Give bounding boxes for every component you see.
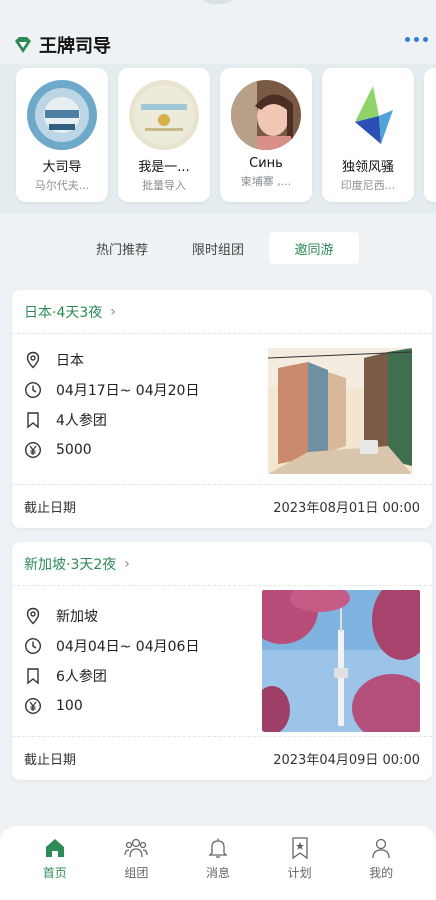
location-row: 日本	[24, 348, 84, 372]
yen-icon	[24, 697, 42, 715]
more-options-icon[interactable]	[405, 37, 428, 42]
trip-title: 新加坡·3天2夜	[24, 556, 117, 573]
location-pin-icon	[26, 607, 40, 625]
deadline-value: 2023年08月01日 00:00	[273, 501, 420, 516]
trip-location: 日本	[56, 353, 84, 369]
category-tabs: 热门推荐 限时组团 邀同游	[0, 214, 436, 282]
bookmark-icon	[291, 837, 308, 860]
trip-group-size: 4人参团	[56, 413, 107, 429]
nav-group[interactable]: 组团	[106, 836, 166, 900]
deadline-label: 截止日期	[24, 753, 77, 768]
tab-limited-group[interactable]: 限时组团	[173, 232, 263, 264]
trip-details: 新加坡 04月04日~ 04月06日 6人参团 100	[12, 586, 432, 736]
trip-dates: 04月17日~ 04月20日	[56, 383, 200, 399]
trip-card[interactable]: 日本·4天3夜 › 日本 04月17日~ 04月20日 4人参团 5000 截止…	[12, 290, 432, 528]
deadline-row: 截止日期 2023年04月09日 00:00	[12, 736, 432, 780]
price-row: 5000	[24, 438, 92, 462]
diamond-logo-icon	[15, 37, 31, 53]
guide-location: 批量导入	[142, 179, 186, 192]
avatar	[231, 80, 301, 150]
trip-price: 100	[56, 698, 83, 714]
guide-location: 马尔代夫...	[34, 179, 90, 192]
nav-home[interactable]: 首页	[25, 836, 85, 900]
clock-icon	[24, 637, 42, 655]
clock-icon	[24, 381, 42, 399]
group-row: 6人参团	[24, 664, 107, 688]
app-header: 王牌司导	[0, 28, 436, 62]
location-row: 新加坡	[24, 604, 98, 628]
guide-card[interactable]	[424, 68, 436, 202]
tab-invite-travel[interactable]: 邀同游	[269, 232, 359, 264]
date-row: 04月17日~ 04月20日	[24, 378, 199, 402]
date-row: 04月04日~ 04月06日	[24, 634, 199, 658]
avatar	[333, 80, 403, 150]
tab-hot[interactable]: 热门推荐	[77, 232, 167, 264]
home-icon	[45, 839, 64, 857]
nav-label: 计划	[287, 866, 312, 880]
user-icon	[372, 838, 390, 859]
bookmark-icon	[27, 668, 39, 685]
nav-messages[interactable]: 消息	[188, 836, 248, 900]
guide-location: 柬埔寨 ,...	[240, 175, 292, 188]
trip-title-row[interactable]: 新加坡·3天2夜 ›	[12, 542, 432, 586]
guide-card[interactable]: 我是一... 批量导入	[118, 68, 210, 202]
guide-card[interactable]: Синь 柬埔寨 ,...	[220, 68, 312, 202]
deadline-value: 2023年04月09日 00:00	[273, 753, 420, 768]
trip-photo[interactable]	[262, 590, 420, 732]
guide-card[interactable]: 独领风骚 印度尼西...	[322, 68, 414, 202]
trip-dates: 04月04日~ 04月06日	[56, 639, 200, 655]
trip-location: 新加坡	[56, 609, 98, 625]
deadline-row: 截止日期 2023年08月01日 00:00	[12, 484, 432, 528]
guide-list: 大司导 马尔代夫... 我是一... 批量导入 Синь 柬埔寨 ,... 独领…	[0, 64, 436, 214]
nav-label: 首页	[42, 866, 67, 880]
trip-title-row[interactable]: 日本·4天3夜 ›	[12, 290, 432, 334]
guide-location: 印度尼西...	[340, 179, 396, 192]
bell-icon	[208, 838, 228, 858]
avatar	[27, 80, 97, 150]
nav-label: 组团	[124, 866, 149, 880]
avatar	[129, 80, 199, 150]
trip-price: 5000	[56, 442, 92, 458]
trip-details: 日本 04月17日~ 04月20日 4人参团 5000	[12, 334, 432, 484]
chevron-right-icon: ›	[110, 303, 116, 320]
bookmark-icon	[27, 412, 39, 429]
location-pin-icon	[26, 351, 40, 369]
guide-name: 独领风骚	[341, 160, 394, 175]
trip-group-size: 6人参团	[56, 669, 107, 685]
guide-card[interactable]: 大司导 马尔代夫...	[16, 68, 108, 202]
chevron-right-icon: ›	[124, 555, 130, 572]
trip-card[interactable]: 新加坡·3天2夜 › 新加坡 04月04日~ 04月06日 6人参团 100 截…	[12, 542, 432, 780]
trip-title: 日本·4天3夜	[24, 304, 103, 321]
nav-profile[interactable]: 我的	[351, 836, 411, 900]
nav-label: 消息	[205, 866, 230, 880]
price-row: 100	[24, 694, 83, 718]
guide-name: 大司导	[42, 160, 82, 175]
guide-name: 我是一...	[138, 160, 190, 175]
group-icon	[124, 838, 149, 858]
trip-photo[interactable]	[268, 348, 412, 474]
yen-icon	[24, 441, 42, 459]
guide-name: Синь	[249, 156, 283, 171]
deadline-label: 截止日期	[24, 501, 77, 516]
group-row: 4人参团	[24, 408, 107, 432]
app-title: 王牌司导	[39, 36, 111, 57]
bottom-navigation: 首页 组团 消息 计划 我的	[0, 826, 436, 900]
nav-plan[interactable]: 计划	[270, 836, 330, 900]
top-handle	[198, 0, 238, 4]
nav-label: 我的	[369, 866, 394, 880]
